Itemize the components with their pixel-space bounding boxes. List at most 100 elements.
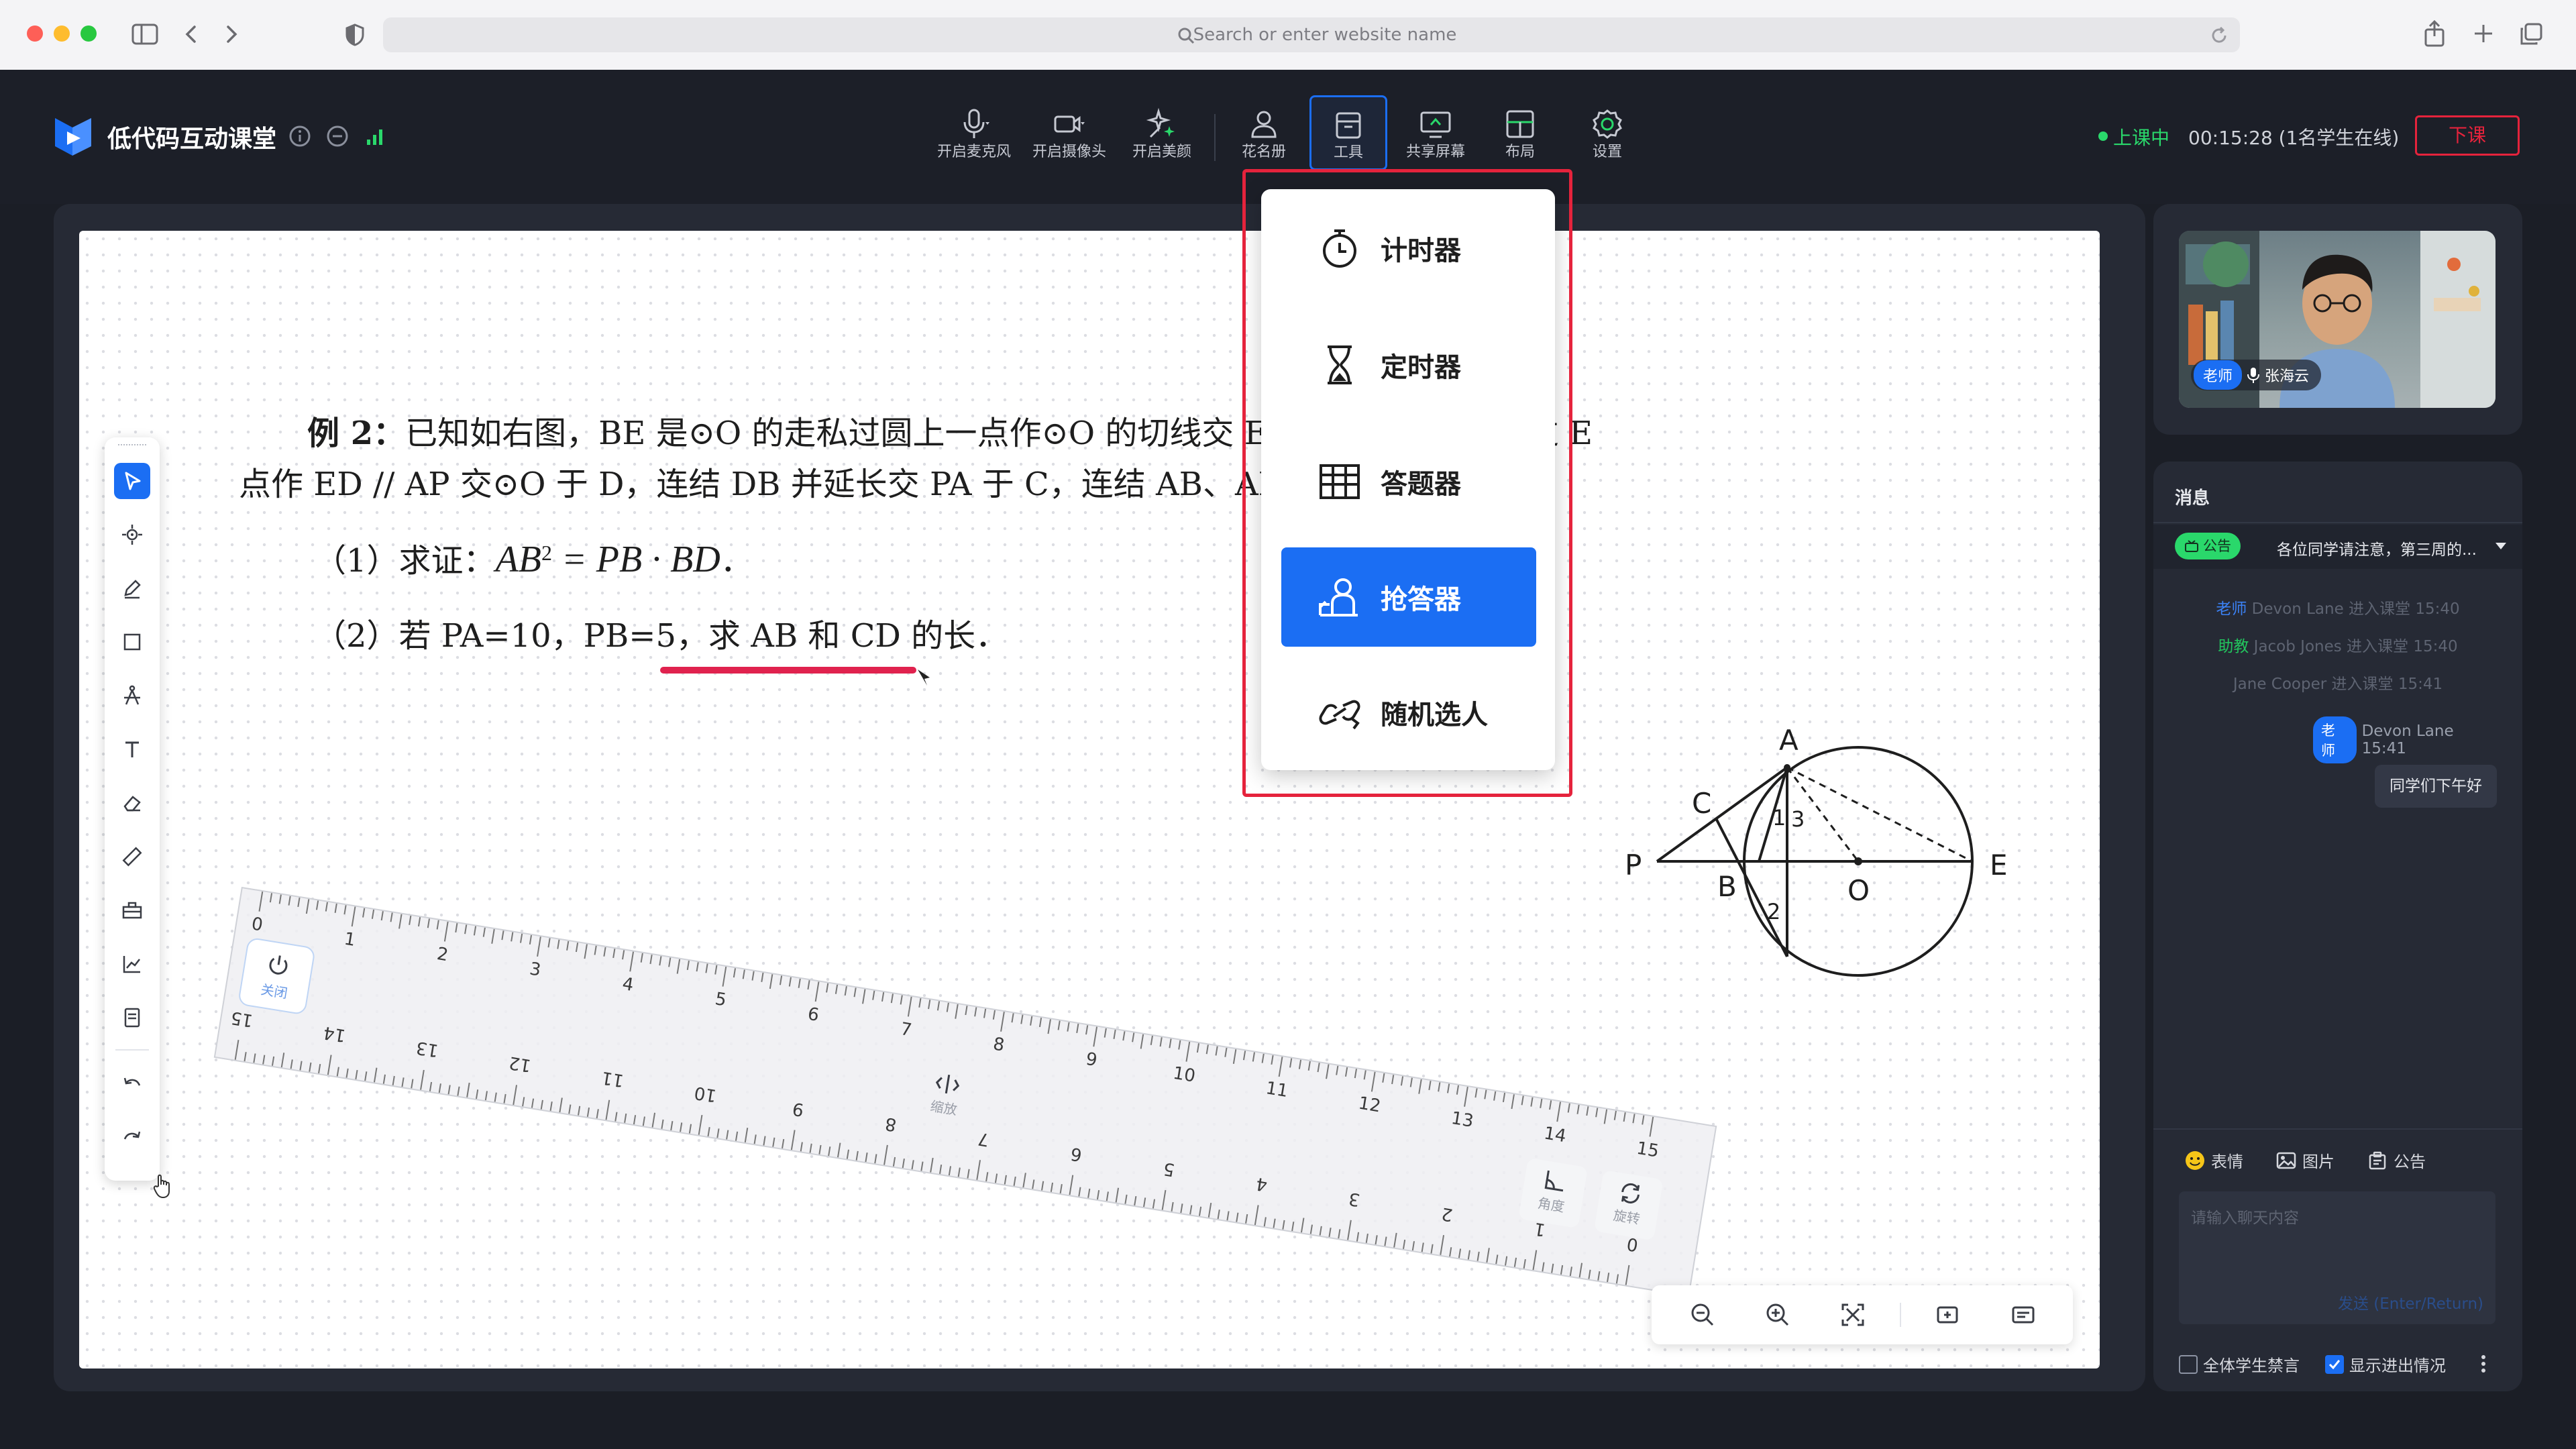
more-options-icon[interactable] xyxy=(2479,1354,2487,1374)
shape-tool-button[interactable] xyxy=(114,624,150,660)
minimize-window-button[interactable] xyxy=(54,25,70,42)
ruler-scale-handle[interactable]: 缩放 xyxy=(916,1064,975,1129)
ruler-tick-bottom xyxy=(670,1121,674,1131)
privacy-shield-icon[interactable] xyxy=(345,23,365,47)
info-icon[interactable] xyxy=(288,125,311,148)
show-entry-checkbox[interactable]: 显示进出情况 xyxy=(2325,1352,2446,1376)
ruler-rotate-button[interactable]: 旋转 xyxy=(1593,1170,1664,1241)
ruler-tick-top xyxy=(436,920,439,930)
ruler-tick-bottom xyxy=(411,1079,414,1089)
ruler-angle-button[interactable]: 角度 xyxy=(1518,1157,1588,1229)
end-class-button[interactable]: 下课 xyxy=(2415,115,2520,156)
document-tool-button[interactable] xyxy=(114,1000,150,1036)
address-bar[interactable]: Search or enter website name xyxy=(383,17,2240,52)
toolbar-share-screen-button[interactable]: 共享屏幕 xyxy=(1389,101,1483,174)
ruler-tick-top xyxy=(798,978,801,988)
laser-pointer-button[interactable] xyxy=(114,517,150,553)
chart-tool-button[interactable] xyxy=(114,946,150,982)
ruler-tick-bottom xyxy=(818,1144,822,1155)
notice-button[interactable]: 公告 xyxy=(2367,1148,2426,1172)
ruler-number-bottom: 14 xyxy=(322,1022,347,1046)
add-page-icon xyxy=(1937,1306,1958,1324)
ruler-tick-bottom xyxy=(1513,1257,1517,1267)
toolbar-drag-handle[interactable] xyxy=(118,444,146,449)
new-tab-icon[interactable] xyxy=(2473,23,2494,44)
maximize-window-button[interactable] xyxy=(80,25,97,42)
mute-all-checkbox[interactable]: 全体学生禁言 xyxy=(2179,1352,2300,1376)
ruler-tick-bottom xyxy=(744,1128,749,1143)
ruler-tick-top xyxy=(844,985,847,996)
ruler-tick-bottom xyxy=(1607,1273,1610,1283)
image-button[interactable]: 图片 xyxy=(2275,1148,2334,1172)
ruler-tick-top xyxy=(334,903,337,913)
minus-circle-icon[interactable] xyxy=(326,125,349,148)
select-tool-button[interactable] xyxy=(114,463,150,499)
ruler-tick-bottom xyxy=(930,1157,934,1173)
zoom-in-button[interactable] xyxy=(1760,1297,1795,1332)
fit-screen-button[interactable] xyxy=(1835,1297,1870,1332)
redo-button[interactable] xyxy=(114,1120,150,1157)
sidebar-toggle-icon[interactable] xyxy=(131,23,158,46)
ruler-tick-top xyxy=(594,945,597,955)
close-window-button[interactable] xyxy=(27,25,43,42)
pen-tool-button[interactable] xyxy=(114,570,150,606)
eraser-tool-button[interactable] xyxy=(114,785,150,821)
ruler-tick-bottom xyxy=(1375,1235,1378,1245)
ruler-tick-bottom xyxy=(790,1130,796,1150)
zoom-out-button[interactable] xyxy=(1685,1297,1720,1332)
chat-input[interactable]: 请输入聊天内容 发送 (Enter/Return) xyxy=(2179,1191,2496,1324)
layout-icon xyxy=(1503,107,1537,141)
toolbar-tools-button[interactable]: 工具 xyxy=(1309,95,1387,170)
toolbar-microphone-button[interactable]: 开启麦克风 xyxy=(927,101,1021,174)
expand-announcement-icon[interactable] xyxy=(2494,541,2508,551)
ruler-tick-bottom xyxy=(624,1113,627,1123)
toolbar-roster-button[interactable]: 花名册 xyxy=(1217,101,1311,174)
send-button[interactable]: 发送 (Enter/Return) xyxy=(2338,1291,2483,1313)
teacher-video[interactable]: 老师 张海云 xyxy=(2179,231,2496,408)
announcement-bar[interactable]: 公告 各位同学请注意，第三周的... xyxy=(2153,525,2522,569)
chat-divider xyxy=(2153,522,2522,523)
undo-button[interactable] xyxy=(114,1067,150,1103)
ruler-tick-top xyxy=(629,951,635,972)
forward-icon[interactable] xyxy=(221,23,241,46)
share-icon[interactable] xyxy=(2423,20,2446,47)
toolbar-camera-button[interactable]: 开启摄像头 xyxy=(1022,101,1116,174)
ruler-tick-top xyxy=(390,912,393,922)
ruler-tick-bottom xyxy=(271,1056,275,1066)
add-page-button[interactable] xyxy=(1931,1297,1966,1332)
ruler-tick-top xyxy=(297,897,301,908)
toolbar-divider xyxy=(1214,114,1216,161)
tab-overview-icon[interactable] xyxy=(2520,23,2542,46)
zoom-toolbar-divider xyxy=(1900,1303,1901,1327)
emoji-button[interactable]: 表情 xyxy=(2184,1148,2243,1172)
ruler-number-top: 4 xyxy=(621,974,635,996)
system-role: 老师 xyxy=(2216,600,2247,618)
back-icon[interactable] xyxy=(181,23,201,46)
toolbar-settings-button[interactable]: 设置 xyxy=(1560,101,1654,174)
ruler-tick-bottom xyxy=(540,1099,543,1110)
point-label-a: A xyxy=(1779,724,1799,757)
ruler-tick-top xyxy=(288,896,291,906)
reload-icon[interactable] xyxy=(2209,25,2229,46)
ruler-tick-bottom xyxy=(1189,1205,1193,1215)
toolbar-layout-button[interactable]: 布局 xyxy=(1473,101,1567,174)
ruler-tick-bottom xyxy=(336,1067,339,1077)
ruler-tool-button[interactable] xyxy=(114,839,150,875)
ruler-tick-bottom xyxy=(1134,1195,1137,1206)
page-list-button[interactable] xyxy=(2006,1297,2041,1332)
ruler-close-button[interactable]: 关闭 xyxy=(237,936,316,1016)
toolbar-beauty-button[interactable]: 开启美颜 xyxy=(1115,101,1209,174)
text-tool-button[interactable] xyxy=(114,731,150,767)
toolbox-tool-button[interactable] xyxy=(114,892,150,928)
geometry-tool-button[interactable] xyxy=(114,678,150,714)
point-label-c: C xyxy=(1692,787,1711,820)
class-timer: 00:15:28 (1名学生在线) xyxy=(2188,127,2400,149)
ruler-tick-bottom xyxy=(253,1053,256,1063)
ruler-tick-top xyxy=(1484,1089,1487,1099)
ruler-tick-bottom xyxy=(392,1075,395,1086)
ruler-tick-top xyxy=(1020,1014,1024,1024)
toolbar-divider xyxy=(115,1049,149,1051)
ruler-tick-top xyxy=(473,926,477,936)
example-label: 例 2： xyxy=(307,415,406,452)
ruler-tick-top xyxy=(992,1010,996,1020)
